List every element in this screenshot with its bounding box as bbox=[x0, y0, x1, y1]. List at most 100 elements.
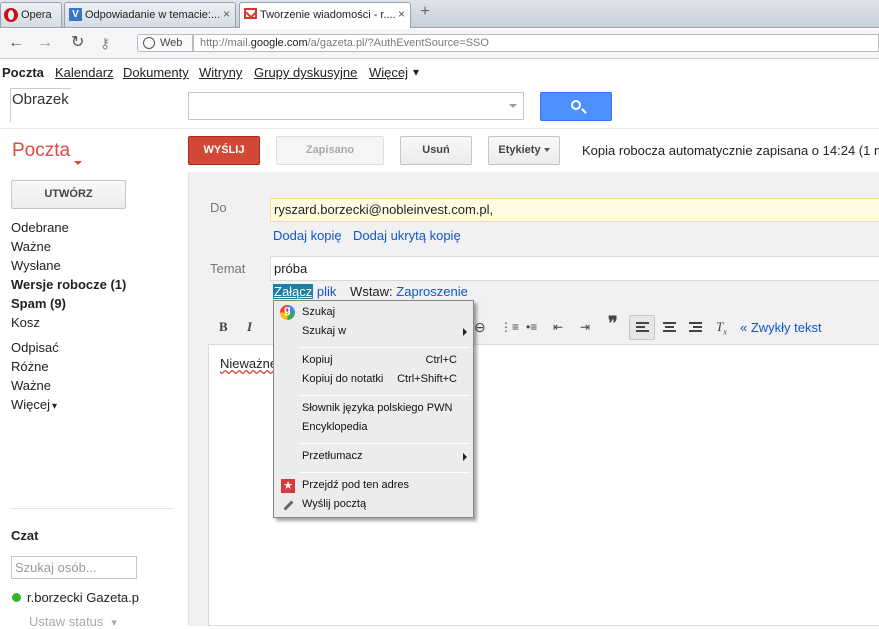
submenu-arrow-icon bbox=[463, 453, 467, 461]
sidebar-item-drafts[interactable]: Wersje robocze (1) bbox=[11, 277, 126, 292]
app-switcher-arrow-icon[interactable] bbox=[74, 161, 82, 165]
url-prefix: http://mail. bbox=[200, 37, 251, 49]
set-status-dropdown[interactable]: Ustaw status ▾ bbox=[29, 614, 117, 629]
menu-item-copy-to-note[interactable]: Kopiuj do notatki bbox=[302, 373, 383, 385]
google-bar: Poczta Kalendarz Dokumenty Witryny Grupy… bbox=[0, 62, 879, 82]
gbar-item-mail[interactable]: Poczta bbox=[2, 65, 44, 80]
sidebar-item-spam[interactable]: Spam (9) bbox=[11, 296, 66, 311]
sidebar-item-trash[interactable]: Kosz bbox=[11, 315, 40, 330]
url-suffix: /a/gazeta.pl/?AuthEventSource=SSO bbox=[307, 37, 489, 49]
link-icon[interactable]: ⊖ bbox=[474, 318, 486, 336]
to-field[interactable]: ryszard.borzecki@nobleinvest.com.pl, bbox=[270, 198, 879, 222]
sidebar-item-sent[interactable]: Wysłane bbox=[11, 258, 61, 273]
opera-logo-icon bbox=[4, 8, 18, 22]
remove-formatting-icon[interactable]: Tx bbox=[716, 318, 727, 342]
sidebar-label-misc[interactable]: Różne bbox=[11, 359, 49, 374]
domain-logo: Obrazek bbox=[10, 88, 71, 122]
attach-file-link[interactable]: Załącz bbox=[273, 284, 314, 299]
add-bcc-link[interactable]: Dodaj ukrytą kopię bbox=[353, 228, 461, 243]
gbar-item-groups[interactable]: Grupy dyskusyjne bbox=[254, 65, 357, 80]
menu-item-encyclopedia[interactable]: Encyklopedia bbox=[302, 421, 367, 433]
delete-button[interactable]: Usuń bbox=[400, 136, 472, 165]
gbar-item-more[interactable]: Więcej bbox=[369, 65, 408, 80]
labels-button[interactable]: Etykiety bbox=[488, 136, 560, 165]
tab-reply-topic[interactable]: V Odpowiadanie w temacie:... × bbox=[64, 2, 236, 27]
insert-invitation-link[interactable]: Zaproszenie bbox=[396, 284, 468, 299]
header-divider bbox=[0, 128, 879, 129]
indent-more-icon[interactable]: ⇥ bbox=[580, 318, 590, 336]
plain-text-link[interactable]: « Zwykły tekst bbox=[740, 320, 822, 335]
align-center-icon[interactable] bbox=[663, 322, 676, 333]
menu-item-go-to-address[interactable]: Przejdź pod ten adres bbox=[302, 479, 409, 491]
menu-item-search-in[interactable]: Szukaj w bbox=[302, 325, 346, 337]
bookmark-star-icon: ★ bbox=[281, 479, 295, 493]
chevron-down-icon: ▾ bbox=[52, 401, 58, 412]
opera-menu-label: Opera bbox=[21, 9, 52, 21]
sidebar-item-more[interactable]: Więcej ▾ bbox=[11, 397, 57, 412]
gbar-item-calendar[interactable]: Kalendarz bbox=[55, 65, 114, 80]
indent-less-icon[interactable]: ⇤ bbox=[553, 318, 563, 336]
gmail-favicon-icon bbox=[244, 8, 257, 19]
menu-item-copy[interactable]: Kopiuj bbox=[302, 354, 333, 366]
menu-separator bbox=[300, 395, 470, 396]
close-tab-icon[interactable]: × bbox=[223, 3, 230, 26]
menu-item-search[interactable]: Szukaj bbox=[302, 306, 335, 318]
new-tab-icon[interactable]: + bbox=[416, 4, 434, 22]
subject-label: Temat bbox=[210, 261, 246, 276]
menu-item-send-by-mail[interactable]: Wyślij pocztą bbox=[302, 498, 366, 510]
web-site-info-button[interactable]: Web bbox=[137, 34, 193, 52]
subject-field[interactable]: próba bbox=[270, 256, 879, 281]
tab-label: Odpowiadanie w temacie:... bbox=[85, 9, 221, 21]
sidebar-label-reply[interactable]: Odpisać bbox=[11, 340, 59, 355]
gbar-item-documents[interactable]: Dokumenty bbox=[123, 65, 189, 80]
bold-icon[interactable]: B bbox=[219, 318, 228, 336]
menu-shortcut: Ctrl+Shift+C bbox=[397, 373, 457, 385]
sidebar-label-important[interactable]: Ważne bbox=[11, 378, 51, 393]
forward-icon[interactable]: → bbox=[37, 33, 53, 53]
close-tab-icon[interactable]: × bbox=[398, 3, 405, 26]
to-label: Do bbox=[210, 200, 227, 215]
address-field[interactable]: http://mail.google.com/a/gazeta.pl/?Auth… bbox=[193, 34, 879, 52]
gbar-item-sites[interactable]: Witryny bbox=[199, 65, 242, 80]
numbered-list-icon[interactable]: ⋮≡ bbox=[500, 318, 519, 336]
forum-favicon-icon: V bbox=[69, 8, 82, 21]
reload-icon[interactable]: ↻ bbox=[71, 33, 84, 53]
sidebar-item-inbox[interactable]: Odebrane bbox=[11, 220, 69, 235]
key-icon[interactable]: ⚷ bbox=[100, 33, 110, 53]
chat-search-input[interactable]: Szukaj osób... bbox=[11, 556, 137, 579]
back-icon[interactable]: ← bbox=[8, 33, 24, 53]
chat-user-name[interactable]: r.borzecki Gazeta.p bbox=[27, 590, 139, 605]
context-menu: Szukaj Szukaj w Kopiuj Ctrl+C Kopiuj do … bbox=[273, 300, 474, 518]
menu-item-translate[interactable]: Przetłumacz bbox=[302, 450, 363, 462]
search-icon bbox=[571, 100, 581, 110]
opera-menu-button[interactable]: Opera bbox=[0, 2, 62, 27]
bulleted-list-icon[interactable]: •≡ bbox=[526, 318, 537, 336]
app-title[interactable]: Poczta bbox=[12, 140, 70, 162]
attach-file-link-rest[interactable]: plik bbox=[313, 284, 337, 299]
menu-shortcut: Ctrl+C bbox=[425, 354, 457, 366]
labels-button-label: Etykiety bbox=[498, 144, 541, 156]
globe-icon bbox=[143, 37, 155, 49]
mail-search-input[interactable] bbox=[188, 92, 524, 120]
add-cc-link[interactable]: Dodaj kopię bbox=[273, 228, 342, 243]
chevron-down-icon: ▾ bbox=[413, 65, 420, 79]
align-right-icon[interactable] bbox=[689, 322, 702, 333]
sidebar-divider bbox=[11, 508, 173, 509]
submenu-arrow-icon bbox=[463, 328, 467, 336]
browser-tab-bar: Opera V Odpowiadanie w temacie:... × Two… bbox=[0, 0, 879, 28]
menu-item-dictionary[interactable]: Słownik języka polskiego PWN bbox=[302, 402, 452, 414]
tab-compose-message[interactable]: Tworzenie wiadomości - r.... × bbox=[239, 2, 411, 28]
message-body-text[interactable]: Nieważne bbox=[220, 356, 277, 371]
menu-separator bbox=[300, 347, 470, 348]
autosave-status: Kopia robocza automatycznie zapisana o 1… bbox=[582, 143, 879, 158]
tab-label: Tworzenie wiadomości - r.... bbox=[260, 9, 396, 21]
search-options-dropdown-icon[interactable] bbox=[509, 104, 517, 108]
menu-separator bbox=[300, 472, 470, 473]
sidebar-item-important[interactable]: Ważne bbox=[11, 239, 51, 254]
quote-icon[interactable]: ❞ bbox=[608, 314, 618, 332]
compose-button[interactable]: UTWÓRZ bbox=[11, 180, 126, 209]
sidebar-more-label: Więcej bbox=[11, 397, 51, 412]
italic-icon[interactable]: I bbox=[247, 318, 252, 336]
search-button[interactable] bbox=[540, 92, 612, 121]
send-button[interactable]: WYŚLIJ bbox=[188, 136, 260, 165]
